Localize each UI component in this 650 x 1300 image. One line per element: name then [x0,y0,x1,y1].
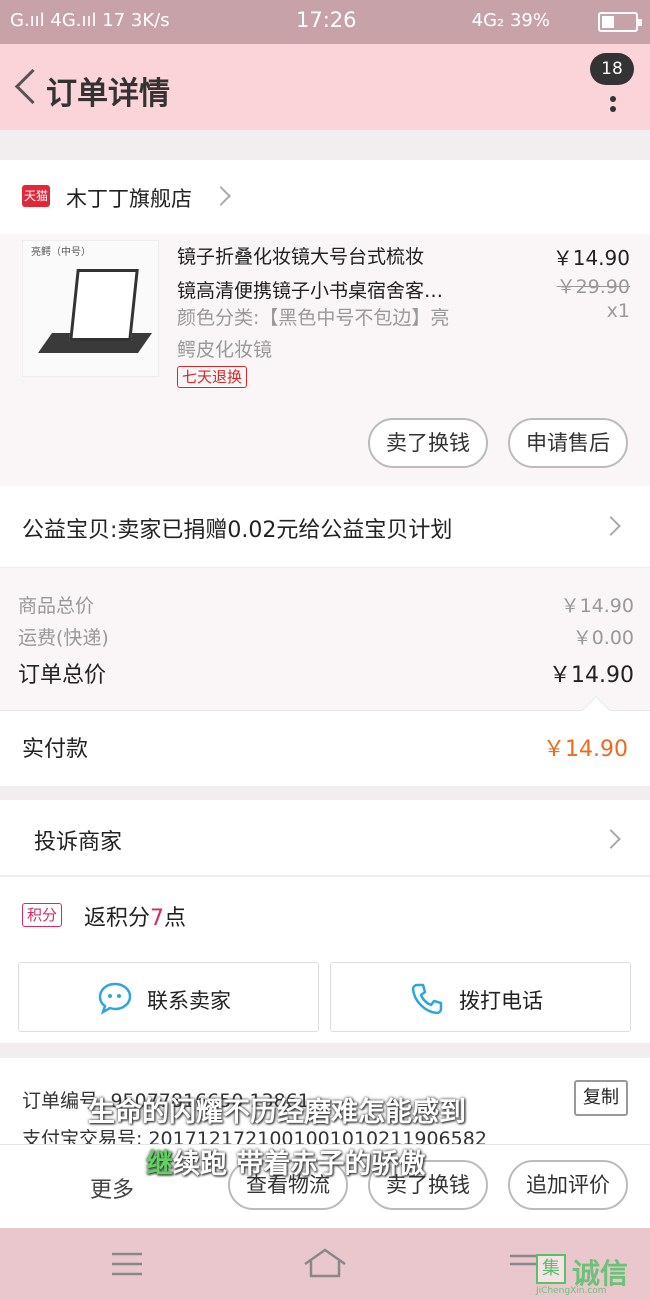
notification-badge: 18 [590,53,634,85]
seven-day-return-tag: 七天退换 [177,366,248,388]
contact-seller-button[interactable]: 联系卖家 [18,962,319,1032]
product-price: ￥14.90 [552,246,630,270]
menu-icon[interactable] [110,1250,144,1278]
tmall-icon: 天猫 [22,185,50,207]
charity-text: 公益宝贝:卖家已捐赠0.02元给公益宝贝计划 [22,518,453,543]
add-review-button[interactable]: 追加评价 [508,1160,628,1210]
thumb-label: 亮鳄（中号） [31,247,91,258]
shipping-value: ￥0.00 [572,627,634,649]
apply-aftersale-button[interactable]: 申请售后 [508,418,628,468]
back-icon[interactable] [10,66,46,110]
product-thumbnail[interactable]: 亮鳄（中号） [22,240,159,377]
points-badge: 积分 [22,903,63,927]
order-total-label: 订单总价 [18,663,107,688]
subtitle-line-2: 继续跑 带着赤子的骄傲 [146,1149,426,1180]
status-bar: G.ııl 4G.ııl 17 3K/s 17:26 4G₂ 39% [0,0,650,44]
subtitle-line-1: 生命的闪耀不历经磨难怎能感到 [88,1097,466,1128]
points-text: 返积分7点 [84,906,187,931]
app-header: 订单详情 18 [0,44,650,130]
watermark-logo: 集 诚信 JiChengXin.com [536,1254,646,1296]
call-phone-button[interactable]: 拨打电话 [330,962,631,1032]
product-sku: 颜色分类:【黑色中号不包边】亮 鳄皮化妆镜 [177,307,450,361]
sell-for-cash-button[interactable]: 卖了换钱 [368,418,488,468]
more-dots-icon [610,96,616,102]
paid-label: 实付款 [22,737,89,762]
order-total-value: ￥14.90 [549,663,634,688]
goods-total-label: 商品总价 [18,595,95,617]
page-title: 订单详情 [46,76,170,112]
paid-value: ￥14.90 [543,737,628,762]
mirror-image [69,269,139,341]
product-quantity: x1 [606,300,630,322]
phone-icon [411,983,443,1015]
home-icon[interactable] [302,1246,348,1280]
original-price: ￥29.90 [556,276,630,298]
complain-label: 投诉商家 [34,830,123,855]
goods-total-value: ￥14.90 [560,595,634,617]
shipping-label: 运费(快递) [18,627,109,649]
back-nav-icon[interactable] [506,1250,540,1278]
battery-icon [598,12,642,32]
chat-bubble-icon [98,982,132,1015]
clock: 17:26 [296,8,357,32]
battery-percent: 4G₂ 39% [471,10,550,31]
more-button[interactable]: 更多 [90,1172,134,1204]
signal-status: G.ııl 4G.ııl 17 3K/s [10,10,170,31]
store-name[interactable]: 木丁丁旗舰店 [66,183,192,213]
copy-button[interactable]: 复制 [574,1080,628,1116]
product-title[interactable]: 镜子折叠化妆镜大号台式梳妆 镜高清便携镜子小书桌宿舍客… [177,240,487,308]
